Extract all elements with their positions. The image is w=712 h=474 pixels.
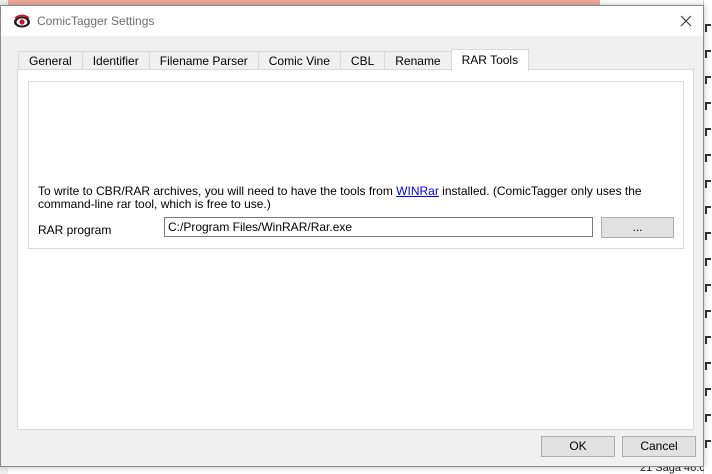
background-glyph (705, 258, 711, 266)
browse-rar-button[interactable]: ... (601, 217, 674, 238)
rar-tools-page: To write to CBR/RAR archives, you will n… (17, 69, 694, 430)
background-glyph (705, 388, 711, 396)
comictagger-app-icon (14, 14, 30, 28)
tab-rar-tools[interactable]: RAR Tools (450, 49, 530, 71)
tab-comic-vine[interactable]: Comic Vine (257, 51, 341, 70)
background-glyph (705, 206, 711, 214)
background-glyph (705, 284, 711, 292)
rar-info-text: To write to CBR/RAR archives, you will n… (38, 185, 678, 211)
tab-identifier[interactable]: Identifier (81, 51, 150, 70)
winrar-link[interactable]: WINRar (396, 184, 439, 198)
rar-info-prefix: To write to CBR/RAR archives, you will n… (38, 184, 397, 198)
background-glyph (705, 180, 711, 188)
ok-button[interactable]: OK (541, 436, 615, 457)
rar-program-input[interactable] (164, 217, 593, 237)
background-glyph (705, 24, 711, 32)
cancel-button[interactable]: Cancel (622, 436, 696, 457)
background-glyph (705, 102, 711, 110)
background-glyph (705, 128, 711, 136)
background-glyph (705, 76, 711, 84)
background-glyph (705, 362, 711, 370)
background-glyph (705, 310, 711, 318)
background-glyph (705, 336, 711, 344)
screen: 21 Saga 46.c ComicTagger Settings Genera… (0, 0, 712, 474)
window-title: ComicTagger Settings (37, 14, 155, 28)
background-glyph (705, 414, 711, 422)
tab-bar: General Identifier Filename Parser Comic… (18, 49, 530, 71)
tab-cbl[interactable]: CBL (339, 51, 386, 70)
title-bar[interactable]: ComicTagger Settings (1, 6, 703, 36)
close-icon[interactable] (677, 12, 695, 30)
tab-filename-parser[interactable]: Filename Parser (148, 51, 259, 70)
background-glyph (705, 50, 711, 58)
tab-rename[interactable]: Rename (384, 51, 452, 70)
background-glyph (705, 232, 711, 240)
background-glyph (705, 440, 711, 448)
rar-program-label: RAR program (38, 223, 112, 237)
settings-dialog: ComicTagger Settings General Identifier … (0, 5, 704, 467)
rar-settings-group: To write to CBR/RAR archives, you will n… (28, 81, 684, 249)
tab-general[interactable]: General (18, 51, 83, 70)
background-glyph (705, 154, 711, 162)
